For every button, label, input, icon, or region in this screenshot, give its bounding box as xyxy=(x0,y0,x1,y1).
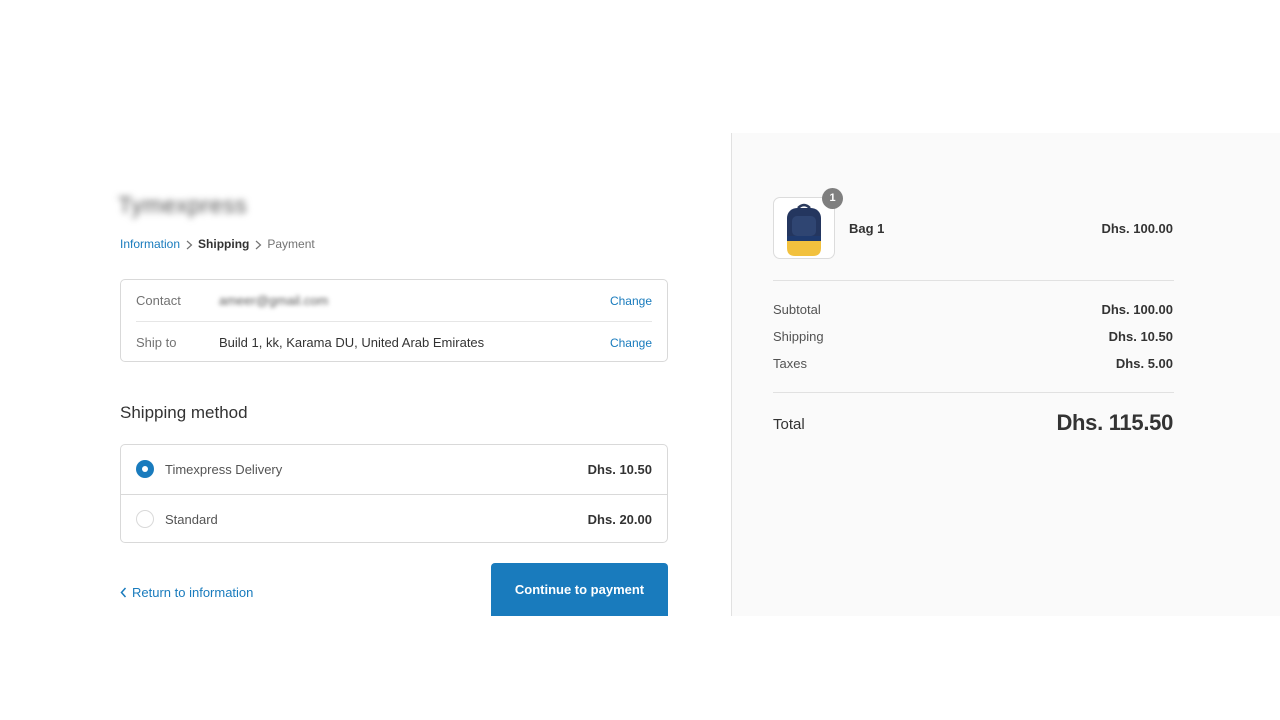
subtotal-value: Dhs. 100.00 xyxy=(1101,302,1173,317)
breadcrumb-payment: Payment xyxy=(267,237,315,251)
subtotal-label: Subtotal xyxy=(773,302,821,317)
radio-unselected-icon[interactable] xyxy=(136,510,154,528)
radio-selected-icon[interactable] xyxy=(136,460,154,478)
shipping-option-label: Timexpress Delivery xyxy=(165,462,283,477)
shipping-option-price: Dhs. 20.00 xyxy=(587,512,652,527)
total-label: Total xyxy=(773,416,805,433)
review-block: Contact ameer@gmail.com Change Ship to B… xyxy=(120,279,668,362)
contact-value: ameer@gmail.com xyxy=(219,293,329,308)
taxes-value: Dhs. 5.00 xyxy=(1115,356,1173,371)
quantity-badge: 1 xyxy=(822,188,843,209)
shipping-label: Shipping xyxy=(773,329,824,344)
store-logo[interactable]: Tymexpress xyxy=(118,192,247,219)
chevron-right-icon xyxy=(180,237,198,251)
shipping-method-list: Timexpress Delivery Dhs. 10.50 Standard … xyxy=(120,444,668,543)
shipping-option-price: Dhs. 10.50 xyxy=(587,462,652,477)
shipping-value: Dhs. 10.50 xyxy=(1108,329,1173,344)
contact-label: Contact xyxy=(136,293,181,308)
summary-divider xyxy=(773,280,1174,281)
shipping-method-title: Shipping method xyxy=(120,403,248,422)
shipto-label: Ship to xyxy=(136,335,177,350)
taxes-label: Taxes xyxy=(773,356,807,371)
breadcrumb-shipping: Shipping xyxy=(198,237,250,251)
total-value: Dhs. 115.50 xyxy=(1056,410,1173,435)
shipping-option-label: Standard xyxy=(165,512,218,527)
chevron-right-icon xyxy=(249,237,267,251)
continue-to-payment-button[interactable]: Continue to payment xyxy=(491,563,668,616)
review-row-contact: Contact ameer@gmail.com Change xyxy=(136,280,652,321)
change-contact-link[interactable]: Change xyxy=(610,294,652,308)
review-row-shipto: Ship to Build 1, kk, Karama DU, United A… xyxy=(136,321,652,362)
backpack-icon xyxy=(787,203,821,256)
return-to-information-link[interactable]: Return to information xyxy=(120,585,253,600)
chevron-left-icon xyxy=(120,587,127,598)
shipping-option-timexpress[interactable]: Timexpress Delivery Dhs. 10.50 xyxy=(121,445,667,494)
product-price: Dhs. 100.00 xyxy=(1101,221,1173,236)
breadcrumb-information[interactable]: Information xyxy=(120,237,180,251)
return-link-label: Return to information xyxy=(132,585,254,600)
summary-divider xyxy=(773,392,1174,393)
change-shipto-link[interactable]: Change xyxy=(610,336,652,350)
shipto-value: Build 1, kk, Karama DU, United Arab Emir… xyxy=(219,335,485,350)
shipping-option-standard[interactable]: Standard Dhs. 20.00 xyxy=(121,494,667,543)
breadcrumb: Information Shipping Payment xyxy=(120,237,315,251)
product-name: Bag 1 xyxy=(849,221,885,236)
